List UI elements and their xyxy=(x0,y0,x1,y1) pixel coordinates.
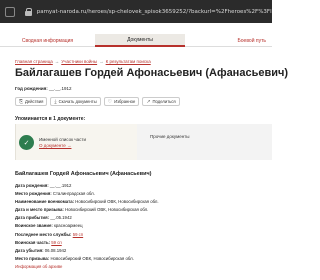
tab-combat-path[interactable]: Боевой путь xyxy=(185,34,272,47)
bookmark-icon: ⎘ xyxy=(19,98,24,105)
detail-value: Новосибирский ОВК, Новосибирская обл. xyxy=(75,199,159,205)
download-label: Скачать документы xyxy=(58,99,97,104)
mentioned-heading: Упоминается в 1 документе: xyxy=(15,116,86,122)
browser-address-bar[interactable]: pamyat-naroda.ru/heroes/sp-chelovek_spis… xyxy=(0,0,272,23)
action-bar: ⎘ Действия ⤓ Скачать документы ♡ Избранное … xyxy=(15,97,180,106)
detail-value: Сталинградская обл. xyxy=(52,191,95,197)
document-title: Именной список части xyxy=(39,137,86,142)
tab-summary[interactable]: Сводная информация xyxy=(0,34,95,47)
lock-icon xyxy=(24,7,32,16)
actions-button[interactable]: ⎘ Действия xyxy=(15,97,48,106)
detail-value: Новосибирский ОВК, Новосибирская обл. xyxy=(65,207,149,213)
detail-label: Последнее место службы: xyxy=(15,231,72,237)
favorite-label: Избранное xyxy=(114,99,136,104)
detail-value: __.__.1912 xyxy=(49,183,72,188)
breadcrumb-search-results[interactable]: К результатам поиска xyxy=(106,59,151,64)
breadcrumb-separator: → xyxy=(99,59,104,64)
detail-label: Дата и место призыва: xyxy=(15,207,64,213)
detail-row: Дата прибытия: __.05.1942 xyxy=(15,214,265,222)
last-service-link[interactable]: 59 сп xyxy=(73,232,83,237)
page-title: Байлагашев Гордей Афонасьевич (Афанасьев… xyxy=(15,67,289,79)
details-title: Байлагашев Гордей Афонасьевич (Афанасьев… xyxy=(15,171,152,177)
favorite-button[interactable]: ♡ Избранное xyxy=(103,97,140,106)
breadcrumb: Главная страница → Участники войны → К резул… xyxy=(15,59,151,64)
military-unit-link[interactable]: 59 сп xyxy=(51,240,61,245)
download-icon: ⤓ xyxy=(54,98,57,105)
breadcrumb-separator: → xyxy=(54,59,60,64)
url-text[interactable]: pamyat-naroda.ru/heroes/sp-chelovek_spis… xyxy=(37,9,272,15)
share-label: Поделиться xyxy=(152,99,176,104)
detail-row: Дата убытия: 06.08.1942 xyxy=(15,247,265,255)
detail-label: Воинское звание: xyxy=(15,223,53,229)
document-icon: ✓ xyxy=(19,135,34,150)
tabs-icon[interactable] xyxy=(5,6,15,17)
detail-value: красноармеец xyxy=(54,223,83,229)
archive-info-link[interactable]: Информация об архиве xyxy=(15,263,265,271)
other-documents-label: Прочие документы xyxy=(150,134,190,139)
details-list: Дата рождения: __.__.1912 Место рождения… xyxy=(15,182,265,271)
breadcrumb-home[interactable]: Главная страница xyxy=(15,59,53,64)
detail-value: Новосибирский ОВК, Новосибирская обл. xyxy=(50,255,134,261)
detail-row: Наименование военкомата: Новосибирский О… xyxy=(15,198,265,206)
download-documents-button[interactable]: ⤓ Скачать документы xyxy=(50,97,101,106)
detail-row: Последнее место службы: 59 сп xyxy=(15,231,265,239)
detail-row: Место призыва: Новосибирский ОВК, Новоси… xyxy=(15,255,265,263)
breadcrumb-participants[interactable]: Участники войны xyxy=(61,59,97,64)
detail-row: Воинское звание: красноармеец xyxy=(15,222,265,230)
actions-label: Действия xyxy=(25,99,44,104)
section-tabs: Сводная информация Документы Боевой путь xyxy=(0,34,272,47)
detail-label: Дата рождения: xyxy=(15,183,49,188)
share-icon: ↗ xyxy=(146,98,151,105)
heart-icon: ♡ xyxy=(107,98,113,105)
detail-row: Место рождения: Сталинградская обл. xyxy=(15,190,265,198)
tab-documents[interactable]: Документы xyxy=(95,34,185,47)
detail-value: 06.08.1942 xyxy=(44,247,67,253)
birth-label: Год рождения: xyxy=(15,86,48,91)
birth-value: __.__.1912 xyxy=(49,86,72,91)
detail-label: Место рождения: xyxy=(15,191,52,197)
detail-label: Дата убытия: xyxy=(15,247,44,253)
document-about-link[interactable]: О документе → xyxy=(39,143,71,148)
detail-row: Дата рождения: __.__.1912 xyxy=(15,182,265,190)
detail-value: __.05.1942 xyxy=(50,215,72,221)
share-button[interactable]: ↗ Поделиться xyxy=(142,97,180,106)
detail-label: Наименование военкомата: xyxy=(15,199,75,205)
detail-label: Воинская часть: xyxy=(15,239,51,245)
detail-label: Место призыва: xyxy=(15,255,50,261)
detail-label: Дата прибытия: xyxy=(15,215,50,221)
birth-year: Год рождения: __.__.1912 xyxy=(15,86,72,91)
detail-row: Дата и место призыва: Новосибирский ОВК,… xyxy=(15,206,265,214)
detail-row: Воинская часть: 59 сп xyxy=(15,239,265,247)
